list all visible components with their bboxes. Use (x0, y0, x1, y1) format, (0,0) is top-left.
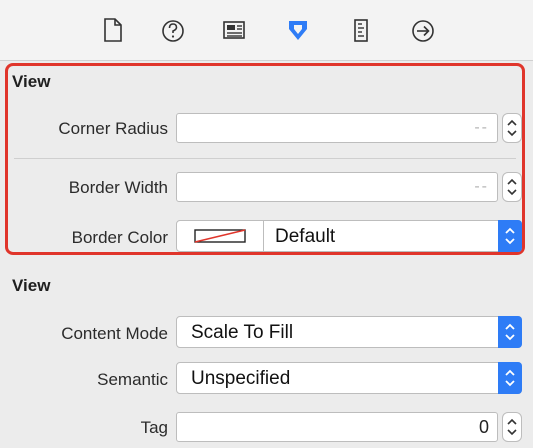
popup-arrows-icon (498, 316, 522, 348)
corner-radius-stepper[interactable] (502, 113, 522, 143)
tag-field[interactable]: 0 (176, 412, 498, 442)
tag-stepper[interactable] (502, 412, 522, 442)
border-width-placeholder: -- (474, 178, 489, 195)
border-color-popup[interactable]: Default (176, 220, 522, 252)
tag-label: Tag (140, 418, 168, 437)
border-color-value: Default (275, 226, 336, 247)
popup-arrows-icon (498, 220, 522, 252)
section-divider (14, 158, 516, 159)
semantic-label: Semantic (97, 370, 168, 389)
quick-help-icon[interactable] (160, 16, 186, 44)
connections-icon[interactable] (410, 16, 436, 44)
border-width-field[interactable]: -- (176, 172, 498, 202)
file-inspector-icon[interactable] (100, 16, 126, 44)
semantic-popup[interactable]: Unspecified (176, 362, 522, 394)
corner-radius-field[interactable]: -- (176, 113, 498, 143)
corner-radius-placeholder: -- (474, 119, 489, 136)
content-mode-value: Scale To Fill (191, 322, 294, 343)
inspector-toolbar (0, 0, 533, 61)
border-width-label: Border Width (68, 178, 168, 197)
content-mode-label: Content Mode (61, 324, 168, 343)
size-icon[interactable] (348, 16, 374, 44)
border-width-stepper[interactable] (502, 172, 522, 202)
semantic-value: Unspecified (191, 368, 291, 389)
content-mode-popup[interactable]: Scale To Fill (176, 316, 522, 348)
identity-icon[interactable] (221, 16, 247, 44)
section-title-layer: View (12, 72, 51, 91)
section-title-view: View (12, 276, 51, 295)
border-color-label: Border Color (71, 228, 168, 247)
border-color-swatch[interactable] (177, 221, 264, 251)
attributes-icon[interactable] (285, 16, 311, 44)
tag-value: 0 (478, 417, 489, 437)
corner-radius-label: Corner Radius (58, 119, 168, 138)
popup-arrows-icon (498, 362, 522, 394)
